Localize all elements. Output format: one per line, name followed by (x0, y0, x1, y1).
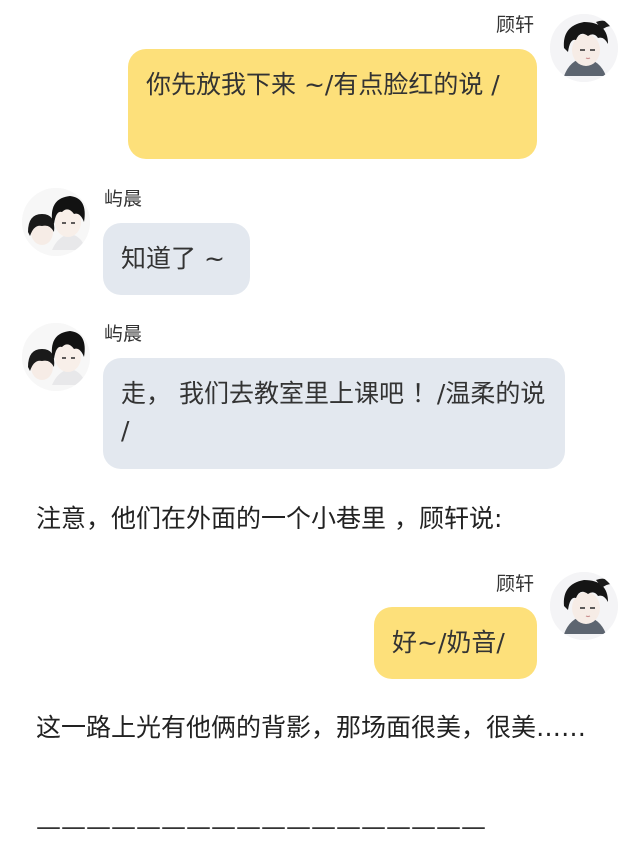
divider-line: —————————————————— (36, 812, 486, 841)
narration-text: 这一路上光有他俩的背影，那场面很美，很美…… (36, 713, 587, 742)
sender-name: 顾轩 (495, 14, 534, 36)
guxuan-avatar-icon[interactable] (550, 572, 618, 640)
sender-name: 屿晨 (104, 188, 143, 210)
chat-bubble[interactable]: 你先放我下来 ~/有点脸红的说 / (128, 49, 537, 159)
chat-bubble[interactable]: 走， 我们去教室里上课吧 ！/温柔的说 / (103, 358, 565, 469)
sender-name: 屿晨 (104, 323, 143, 345)
chat-bubble[interactable]: 好~/奶音/ (374, 607, 537, 679)
guxuan-avatar-icon[interactable] (550, 14, 618, 82)
chat-bubble[interactable]: 知道了 ~ (103, 223, 250, 295)
yuchen-avatar-icon[interactable] (22, 188, 90, 256)
sender-name: 顾轩 (495, 573, 534, 595)
yuchen-avatar-icon[interactable] (22, 323, 90, 391)
narration-text: 注意，他们在外面的一个小巷里 ，顾轩说: (36, 504, 503, 533)
